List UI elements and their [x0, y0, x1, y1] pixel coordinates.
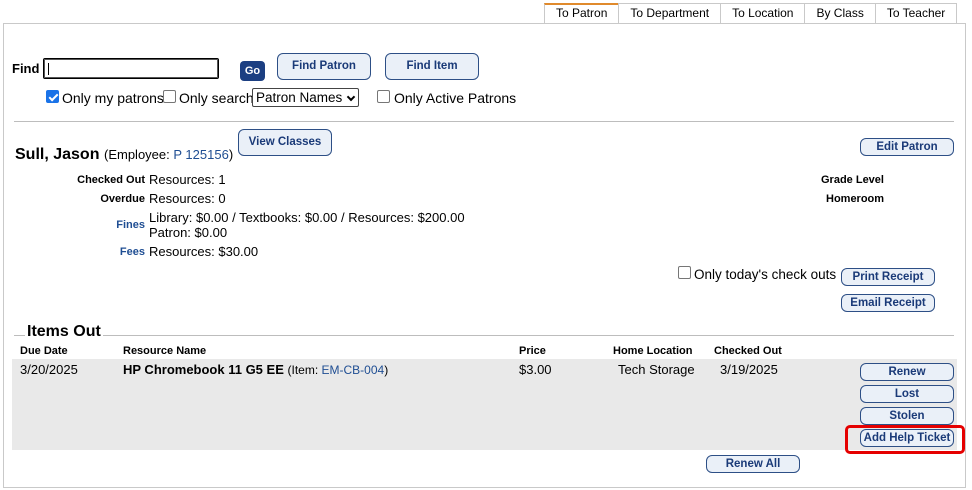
- resource-name-cell: HP Chromebook 11 G5 EE (Item: EM-CB-004): [123, 362, 388, 377]
- email-receipt-button[interactable]: Email Receipt: [841, 294, 935, 312]
- tab-bar: To Patron To Department To Location By C…: [544, 3, 958, 24]
- find-item-button[interactable]: Find Item: [385, 53, 479, 80]
- search-scope-value: Patron Names: [256, 90, 343, 105]
- print-receipt-button[interactable]: Print Receipt: [841, 268, 935, 286]
- edit-patron-button[interactable]: Edit Patron: [860, 138, 954, 156]
- chevron-down-icon: [346, 92, 356, 102]
- item-suffix: ): [384, 363, 389, 377]
- home-location-cell: Tech Storage: [618, 362, 695, 377]
- tab-by-class[interactable]: By Class: [804, 3, 876, 24]
- item-prefix: (Item:: [287, 363, 322, 377]
- only-my-patrons-label: Only my patrons: [62, 90, 164, 106]
- patron-employee-id: (Employee: P 125156): [104, 147, 233, 162]
- overdue-value: Resources: 0: [149, 191, 226, 206]
- only-todays-checkouts-checkbox[interactable]: [678, 266, 691, 279]
- find-input[interactable]: [43, 58, 219, 79]
- item-id-link[interactable]: EM-CB-004: [322, 363, 385, 377]
- tab-to-patron[interactable]: To Patron: [544, 3, 620, 24]
- employee-suffix: ): [228, 147, 234, 162]
- only-active-patrons-label: Only Active Patrons: [394, 90, 517, 106]
- divider: [14, 121, 954, 122]
- find-label: Find: [12, 61, 40, 76]
- highlight-box: [845, 425, 965, 454]
- only-active-patrons-checkbox[interactable]: [377, 90, 390, 103]
- patron-id-link[interactable]: P 125156: [173, 147, 228, 162]
- fees-link[interactable]: Fees: [45, 246, 145, 258]
- stolen-button[interactable]: Stolen: [860, 407, 954, 425]
- price-cell: $3.00: [519, 362, 552, 377]
- col-price: Price: [519, 345, 546, 357]
- tab-to-location[interactable]: To Location: [720, 3, 806, 24]
- lost-button[interactable]: Lost: [860, 385, 954, 403]
- items-out-divider: [14, 335, 954, 336]
- homeroom-label: Homeroom: [826, 193, 885, 205]
- items-out-title: Items Out: [25, 323, 103, 341]
- renew-all-button[interactable]: Renew All: [706, 455, 800, 473]
- search-scope-select[interactable]: Patron Names: [252, 88, 359, 107]
- view-classes-button[interactable]: View Classes: [238, 129, 332, 156]
- checked-out-label: Checked Out: [77, 174, 145, 186]
- fees-value: Resources: $30.00: [149, 244, 259, 259]
- only-search-checkbox[interactable]: [163, 90, 176, 103]
- col-home-location: Home Location: [613, 345, 693, 357]
- checked-out-cell: 3/19/2025: [720, 362, 778, 377]
- go-button[interactable]: Go: [240, 61, 265, 81]
- tab-to-teacher[interactable]: To Teacher: [874, 3, 958, 24]
- text-caret: [48, 63, 49, 75]
- fines-link[interactable]: Fines: [45, 219, 145, 231]
- col-due-date: Due Date: [20, 345, 68, 357]
- fines-line-2: Patron: $0.00: [149, 225, 228, 240]
- employee-prefix: (Employee:: [104, 147, 174, 162]
- col-checked-out: Checked Out: [714, 345, 782, 357]
- only-my-patrons-checkbox[interactable]: [46, 90, 59, 103]
- due-date-cell: 3/20/2025: [20, 362, 78, 377]
- tab-to-department[interactable]: To Department: [618, 3, 722, 24]
- only-search-label: Only search: [179, 90, 254, 106]
- fines-line-1: Library: $0.00 / Textbooks: $0.00 / Reso…: [149, 210, 465, 225]
- checked-out-value: Resources: 1: [149, 172, 226, 187]
- grade-level-label: Grade Level: [821, 174, 884, 186]
- resource-name: HP Chromebook 11 G5 EE: [123, 362, 284, 377]
- only-todays-checkouts-label: Only today's check outs: [694, 267, 837, 282]
- overdue-label: Overdue: [100, 193, 145, 205]
- col-resource-name: Resource Name: [123, 345, 207, 357]
- renew-button[interactable]: Renew: [860, 363, 954, 381]
- patron-name: Sull, Jason: [15, 146, 100, 163]
- find-patron-button[interactable]: Find Patron: [277, 53, 371, 80]
